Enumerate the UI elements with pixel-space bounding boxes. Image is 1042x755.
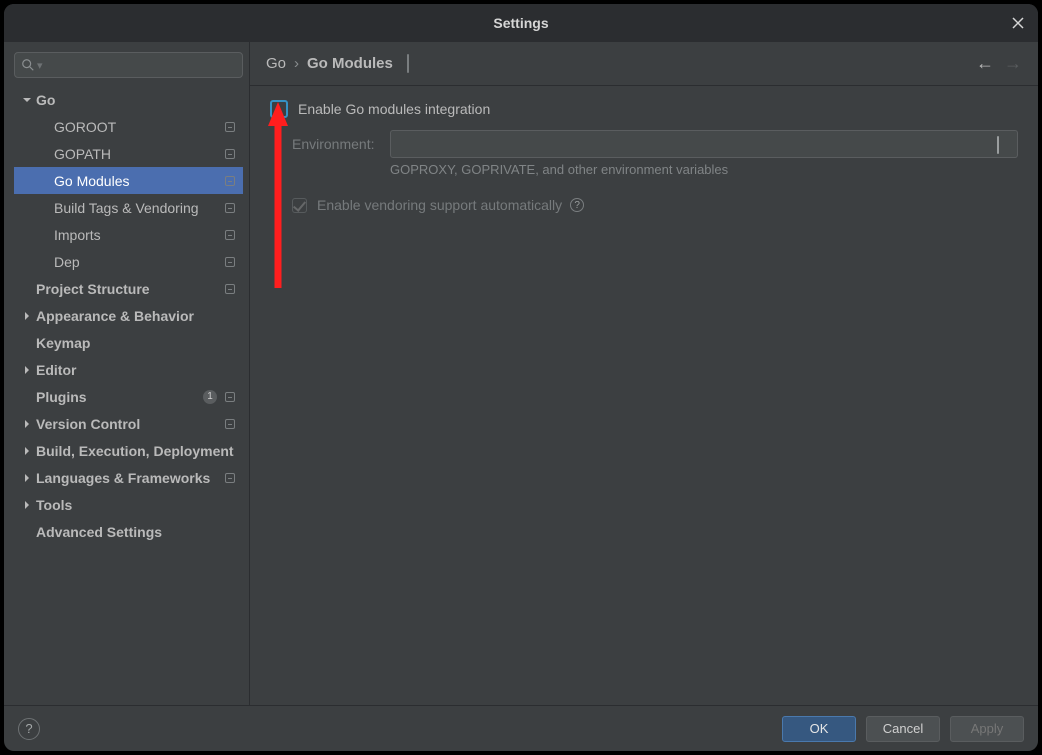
close-button[interactable]: [1008, 13, 1028, 33]
tree-item-label: Go: [36, 92, 237, 108]
update-badge: 1: [203, 390, 217, 404]
environment-row: Environment:: [270, 130, 1018, 158]
breadcrumb: Go › Go Modules: [266, 55, 976, 72]
tree-item-dep[interactable]: Dep: [14, 248, 243, 275]
scope-icon: [223, 147, 237, 161]
chevron-icon: [18, 419, 36, 429]
forward-button: →: [1004, 53, 1022, 74]
chevron-icon: [18, 95, 36, 105]
tree-item-advanced-settings[interactable]: Advanced Settings: [14, 518, 243, 545]
chevron-icon: [18, 311, 36, 321]
content-header: Go › Go Modules ← →: [250, 42, 1038, 86]
scope-icon: [407, 55, 409, 72]
tree-item-project-structure[interactable]: Project Structure: [14, 275, 243, 302]
tree-item-label: Editor: [36, 362, 237, 378]
tree-item-label: Languages & Frameworks: [36, 470, 223, 486]
apply-button[interactable]: Apply: [950, 716, 1024, 742]
scope-icon: [223, 471, 237, 485]
scope-icon: [223, 120, 237, 134]
chevron-icon: [18, 446, 36, 456]
search-shortcut-icon: ▾: [37, 59, 43, 72]
chevron-icon: [18, 365, 36, 375]
environment-hint: GOPROXY, GOPRIVATE, and other environmen…: [270, 162, 1018, 177]
scope-icon: [223, 282, 237, 296]
scope-icon: [223, 390, 237, 404]
tree-item-keymap[interactable]: Keymap: [14, 329, 243, 356]
nav-arrows: ← →: [976, 53, 1022, 74]
vendoring-row: Enable vendoring support automatically ?: [270, 197, 1018, 213]
enable-modules-checkbox[interactable]: [270, 100, 288, 118]
tree-item-appearance-behavior[interactable]: Appearance & Behavior: [14, 302, 243, 329]
titlebar: Settings: [4, 4, 1038, 42]
tree-item-go[interactable]: Go: [14, 86, 243, 113]
tree-item-label: Tools: [36, 497, 237, 513]
content-panel: Go › Go Modules ← → Enable Go modules in…: [250, 42, 1038, 705]
tree-item-label: Appearance & Behavior: [36, 308, 237, 324]
footer: ? OK Cancel Apply: [4, 705, 1038, 751]
tree-item-label: GOROOT: [54, 119, 223, 135]
tree-item-label: Dep: [54, 254, 223, 270]
enable-modules-row: Enable Go modules integration: [270, 100, 1018, 118]
tree-item-label: Plugins: [36, 389, 203, 405]
tree-item-tools[interactable]: Tools: [14, 491, 243, 518]
chevron-icon: [18, 500, 36, 510]
settings-tree: Go GOROOT GOPATH Go Modules Build Tags & Ven…: [14, 86, 243, 705]
tree-item-go-modules[interactable]: Go Modules: [14, 167, 243, 194]
scope-icon: [223, 174, 237, 188]
environment-label: Environment:: [292, 136, 390, 152]
cancel-button[interactable]: Cancel: [866, 716, 940, 742]
vendoring-label: Enable vendoring support automatically: [317, 197, 562, 213]
tree-item-label: Build, Execution, Deployment: [36, 443, 237, 459]
ok-button[interactable]: OK: [782, 716, 856, 742]
chevron-icon: [18, 473, 36, 483]
breadcrumb-separator-icon: ›: [294, 55, 299, 72]
expand-options-icon[interactable]: [997, 137, 1011, 151]
tree-item-label: Imports: [54, 227, 223, 243]
tree-item-label: Project Structure: [36, 281, 223, 297]
search-input[interactable]: ▾: [14, 52, 243, 78]
enable-modules-label: Enable Go modules integration: [298, 101, 490, 117]
tree-item-build-execution-deployment[interactable]: Build, Execution, Deployment: [14, 437, 243, 464]
tree-item-label: Version Control: [36, 416, 223, 432]
tree-item-plugins[interactable]: Plugins1: [14, 383, 243, 410]
tree-item-label: GOPATH: [54, 146, 223, 162]
environment-input[interactable]: [390, 130, 1018, 158]
tree-item-imports[interactable]: Imports: [14, 221, 243, 248]
help-icon[interactable]: ?: [570, 198, 584, 212]
help-button[interactable]: ?: [18, 718, 40, 740]
sidebar: ▾ Go GOROOT GOPATH Go Modules Build Tags & V…: [4, 42, 250, 705]
window-title: Settings: [493, 15, 548, 31]
tree-item-goroot[interactable]: GOROOT: [14, 113, 243, 140]
tree-item-label: Advanced Settings: [36, 524, 237, 540]
scope-icon: [223, 255, 237, 269]
tree-item-label: Build Tags & Vendoring: [54, 200, 223, 216]
tree-item-languages-frameworks[interactable]: Languages & Frameworks: [14, 464, 243, 491]
tree-item-editor[interactable]: Editor: [14, 356, 243, 383]
scope-icon: [223, 201, 237, 215]
search-icon: [21, 58, 35, 72]
tree-item-label: Go Modules: [54, 173, 223, 189]
tree-item-build-tags-vendoring[interactable]: Build Tags & Vendoring: [14, 194, 243, 221]
tree-item-gopath[interactable]: GOPATH: [14, 140, 243, 167]
scope-icon: [223, 228, 237, 242]
settings-window: Settings ▾ Go GOROOT GOPATH Go Modules Build…: [4, 4, 1038, 751]
vendoring-checkbox: [292, 198, 307, 213]
back-button[interactable]: ←: [976, 53, 994, 74]
tree-item-version-control[interactable]: Version Control: [14, 410, 243, 437]
breadcrumb-current: Go Modules: [307, 55, 393, 72]
tree-item-label: Keymap: [36, 335, 237, 351]
scope-icon: [223, 417, 237, 431]
breadcrumb-root[interactable]: Go: [266, 55, 286, 72]
